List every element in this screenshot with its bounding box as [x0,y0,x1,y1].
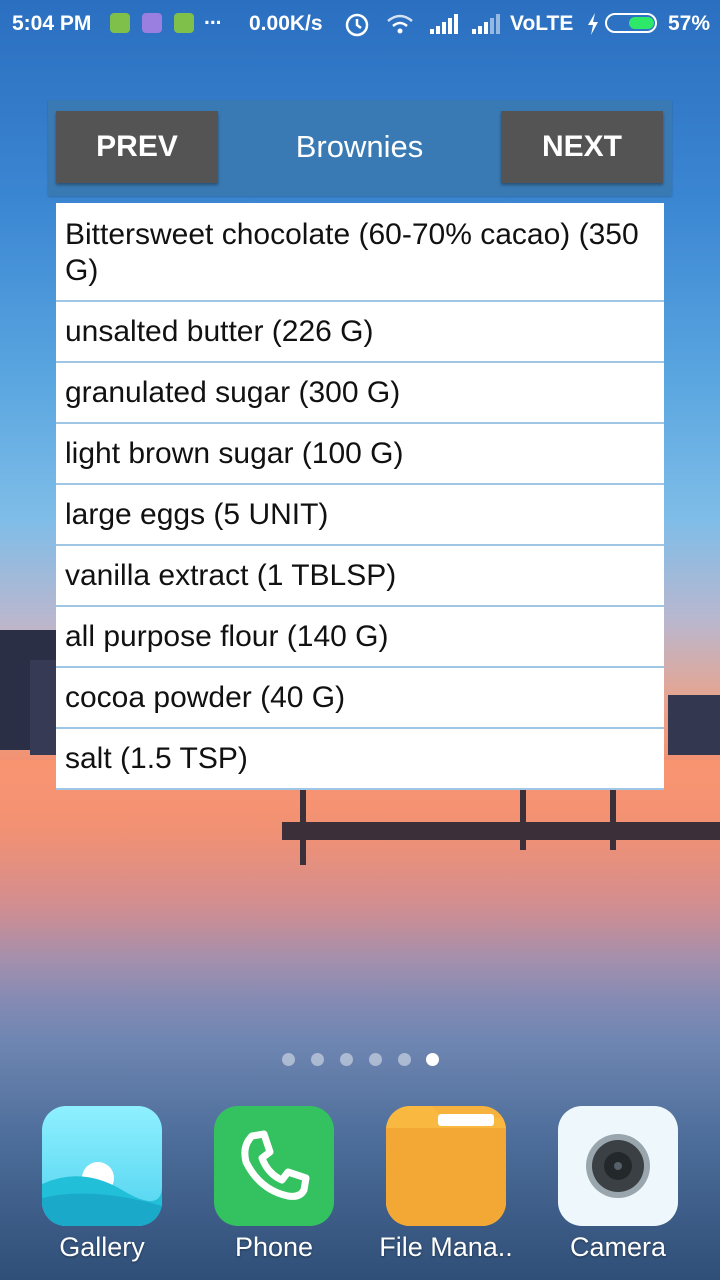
page-dot [311,1053,324,1066]
app-label: Gallery [59,1232,145,1262]
page-dot [398,1053,411,1066]
file-manager-icon [386,1106,506,1226]
app-file-manager[interactable]: File Mana.. [376,1106,516,1263]
gallery-icon [42,1106,162,1226]
battery-icon [605,13,657,33]
wallpaper-pier [282,822,720,840]
wifi-icon [387,14,413,34]
phone-icon [214,1106,334,1226]
app-camera[interactable]: Camera [548,1106,688,1263]
app-label: Camera [569,1232,667,1262]
next-button[interactable]: NEXT [501,111,663,183]
status-time: 5:04 PM [12,12,92,35]
list-item[interactable]: vanilla extract (1 TBLSP) [56,546,664,607]
page-dot-active [426,1053,439,1066]
signal-icon [430,14,458,34]
app-gallery[interactable]: Gallery [32,1106,172,1263]
list-item[interactable]: light brown sugar (100 G) [56,424,664,485]
prev-button[interactable]: PREV [56,111,218,183]
wallpaper-skyline [668,695,720,755]
more-notifications-icon: ... [204,6,222,29]
app-label: File Mana.. [379,1232,513,1262]
app-phone[interactable]: Phone [204,1106,344,1263]
wallpaper-pier-post [610,790,616,850]
sim-icon [110,13,130,33]
volte-label: VoLTE [510,12,574,35]
page-dot [369,1053,382,1066]
page-indicator [280,1053,440,1067]
wallpaper-pier-post [520,790,526,850]
list-item[interactable]: large eggs (5 UNIT) [56,485,664,546]
list-item[interactable]: salt (1.5 TSP) [56,729,664,790]
signal-icon [472,14,500,34]
list-item[interactable]: unsalted butter (226 G) [56,302,664,363]
ingredient-list[interactable]: Bittersweet chocolate (60-70% cacao) (35… [56,203,664,790]
recipe-widget-header: PREV Brownies NEXT [48,100,672,196]
app-label: Phone [234,1232,314,1262]
battery-level [629,17,654,29]
camera-icon [558,1106,678,1226]
network-speed: 0.00K/s [249,12,323,35]
wallpaper-pier-post [300,790,306,865]
charging-icon [588,13,598,35]
alarm-icon [345,13,369,37]
list-item[interactable]: granulated sugar (300 G) [56,363,664,424]
list-item[interactable]: cocoa powder (40 G) [56,668,664,729]
status-bar: 5:04 PM ... 0.00K/s VoLTE 57% [0,0,720,48]
app-notification-icon [142,13,162,33]
list-item[interactable]: all purpose flour (140 G) [56,607,664,668]
battery-percent: 57% [668,12,711,35]
recipe-title: Brownies [295,129,424,164]
page-dot [340,1053,353,1066]
list-item[interactable]: Bittersweet chocolate (60-70% cacao) (35… [56,203,664,302]
page-dot [282,1053,295,1066]
android-icon [174,13,194,33]
